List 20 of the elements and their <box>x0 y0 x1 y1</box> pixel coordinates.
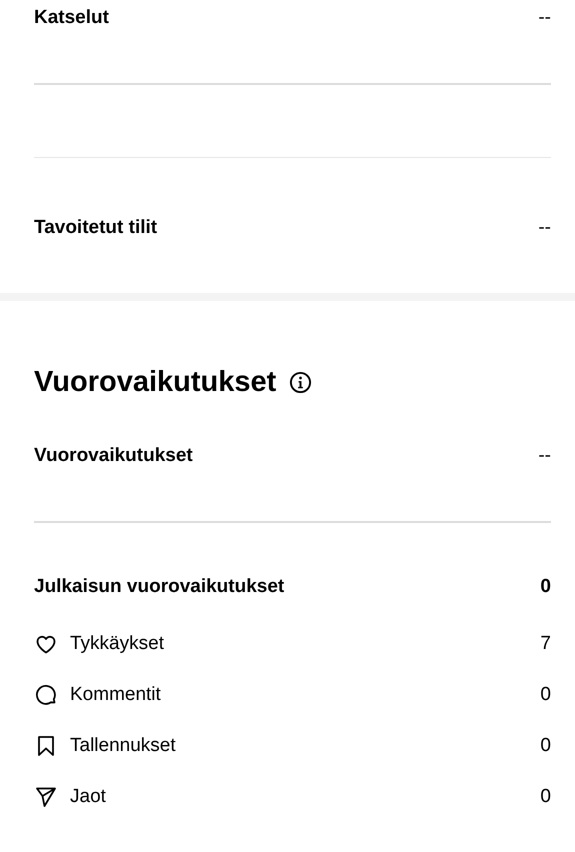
metric-value: 7 <box>540 633 551 655</box>
metric-value: 0 <box>540 684 551 706</box>
metric-label: Tallennukset <box>70 735 177 757</box>
metric-label: Tavoitetut tilit <box>34 217 158 239</box>
metric-label: Katselut <box>34 7 110 29</box>
metric-label: Kommentit <box>70 684 162 706</box>
metric-value: 0 <box>540 576 551 598</box>
metric-value: 0 <box>540 786 551 808</box>
metric-value: 0 <box>540 735 551 757</box>
speech-bubble-icon <box>34 683 58 707</box>
info-icon[interactable] <box>289 370 312 394</box>
metric-value: -- <box>538 7 551 29</box>
section-title: Vuorovaikutukset <box>34 366 276 398</box>
paper-plane-icon <box>34 785 58 809</box>
metric-value: -- <box>538 445 551 467</box>
metric-value: -- <box>538 217 551 239</box>
metric-label: Julkaisun vuorovaikutukset <box>34 576 286 598</box>
metric-label: Vuorovaikutukset <box>34 445 194 467</box>
metric-label: Tykkäykset <box>70 633 165 655</box>
metric-label: Jaot <box>70 786 107 808</box>
